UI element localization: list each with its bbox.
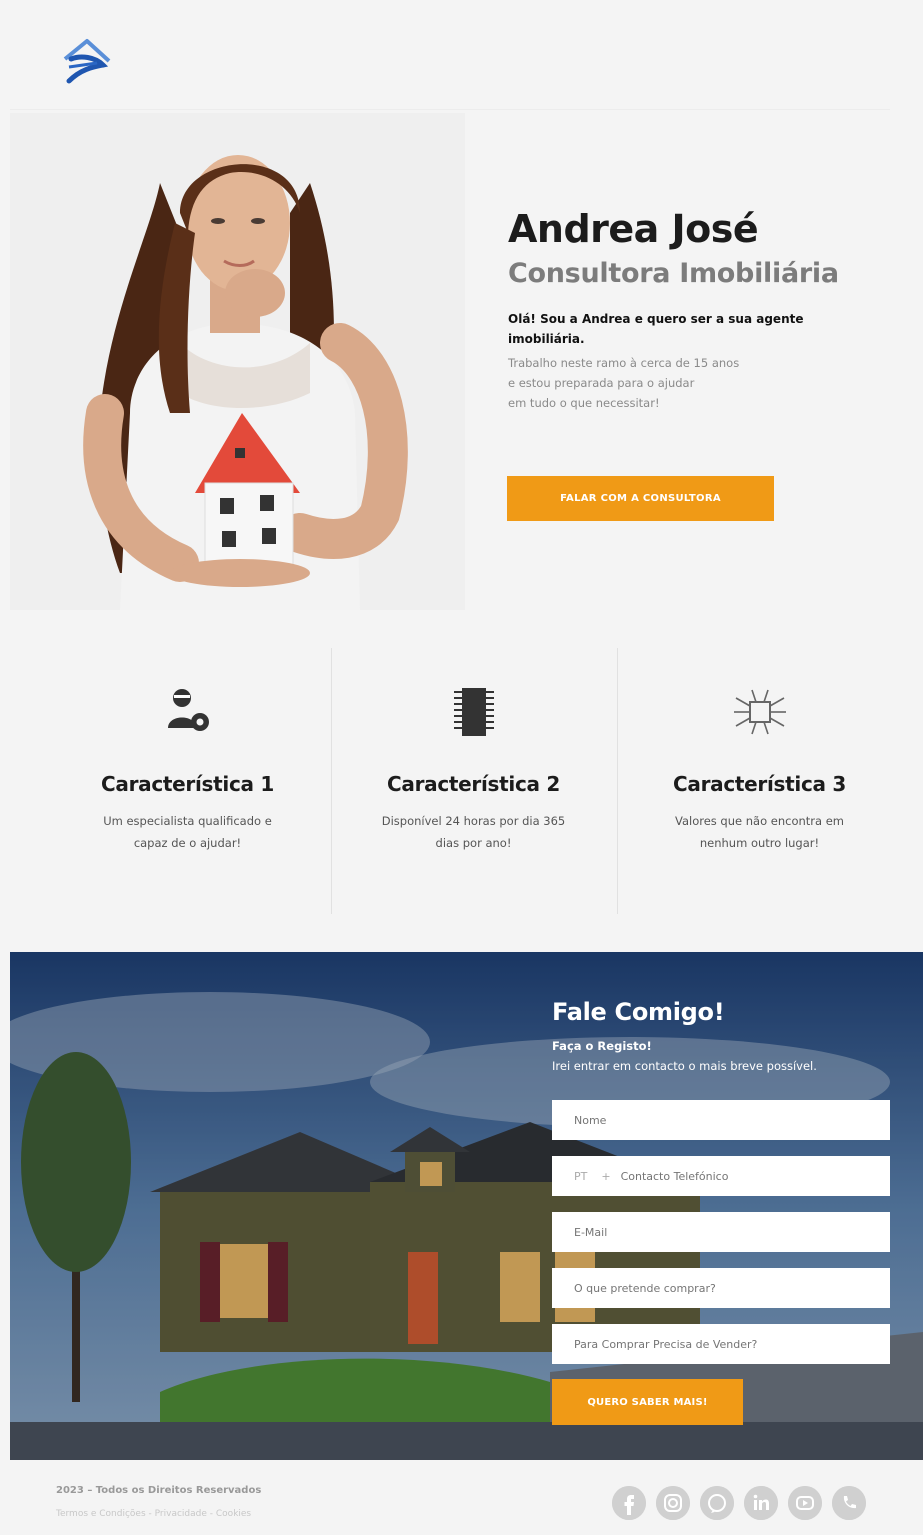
hero-description: Trabalho neste ramo à cerca de 15 anos e…: [508, 356, 740, 410]
network-icon: [733, 689, 786, 735]
agent-role: Consultora Imobiliária: [508, 258, 839, 289]
linkedin-icon[interactable]: [744, 1486, 778, 1520]
agent-photo: [10, 113, 465, 610]
agent-name: Andrea José: [508, 207, 759, 251]
chip-icon: [453, 688, 494, 736]
phone-icon[interactable]: [832, 1486, 866, 1520]
youtube-icon[interactable]: [788, 1486, 822, 1520]
talk-to-consultant-button[interactable]: FALAR COM A CONSULTORA: [507, 476, 774, 521]
submit-button[interactable]: QUERO SABER MAIS!: [552, 1379, 743, 1425]
sell-field[interactable]: [552, 1324, 890, 1364]
name-field[interactable]: [552, 1100, 890, 1140]
contact-section: [10, 952, 923, 1460]
contact-subtitle-2: Irei entrar em contacto o mais breve pos…: [552, 1059, 817, 1073]
house-logo-icon[interactable]: [57, 37, 113, 85]
hero-intro: Olá! Sou a Andrea e quero ser a sua agen…: [508, 312, 804, 346]
feature-description: Valores que não encontra em nenhum outro…: [674, 814, 845, 850]
country-code: PT: [574, 1169, 588, 1183]
phone-field[interactable]: PT +: [552, 1156, 890, 1196]
contact-subtitle: Faça o Registo!: [552, 1039, 652, 1053]
footer-links: Termos e Condições - Privacidade - Cooki…: [56, 1509, 251, 1519]
facebook-icon[interactable]: [612, 1486, 646, 1520]
features-section: Característica 1 Um especialista qualifi…: [46, 648, 906, 918]
name-input[interactable]: [574, 1113, 890, 1127]
feature-title: Característica 3: [673, 772, 846, 796]
feature-card-2: Característica 2 Disponível 24 horas por…: [332, 648, 615, 914]
phone-input[interactable]: [620, 1169, 890, 1183]
buy-field[interactable]: [552, 1268, 890, 1308]
house-background-image: [10, 952, 923, 1460]
hero-text-block: Andrea José Consultora Imobiliária Olá! …: [508, 205, 898, 413]
sell-input[interactable]: [574, 1337, 890, 1351]
feature-description: Um especialista qualificado e capaz de o…: [103, 814, 272, 850]
feature-card-1: Característica 1 Um especialista qualifi…: [46, 648, 329, 914]
email-field[interactable]: [552, 1212, 890, 1252]
link-separator: -: [145, 1509, 155, 1519]
contact-title: Fale Comigo!: [552, 998, 725, 1026]
cookies-link[interactable]: Cookies: [216, 1509, 251, 1519]
buy-input[interactable]: [574, 1281, 890, 1295]
instagram-icon[interactable]: [656, 1486, 690, 1520]
phone-plus: +: [601, 1169, 611, 1183]
site-header: [10, 10, 890, 110]
social-links: [612, 1486, 866, 1520]
feature-title: Característica 2: [387, 772, 560, 796]
link-separator: -: [206, 1509, 216, 1519]
specialist-gear-icon: [167, 689, 209, 731]
privacy-link[interactable]: Privacidade: [155, 1509, 207, 1519]
email-input[interactable]: [574, 1225, 890, 1239]
whatsapp-icon[interactable]: [700, 1486, 734, 1520]
terms-link[interactable]: Termos e Condições: [56, 1509, 146, 1519]
feature-title: Característica 1: [101, 772, 274, 796]
feature-description: Disponível 24 horas por dia 365 dias por…: [381, 814, 566, 850]
feature-card-3: Característica 3 Valores que não encontr…: [618, 648, 901, 914]
country-code-select[interactable]: PT +: [574, 1170, 611, 1183]
footer-copyright: 2023 – Todos os Direitos Reservados: [56, 1485, 262, 1496]
